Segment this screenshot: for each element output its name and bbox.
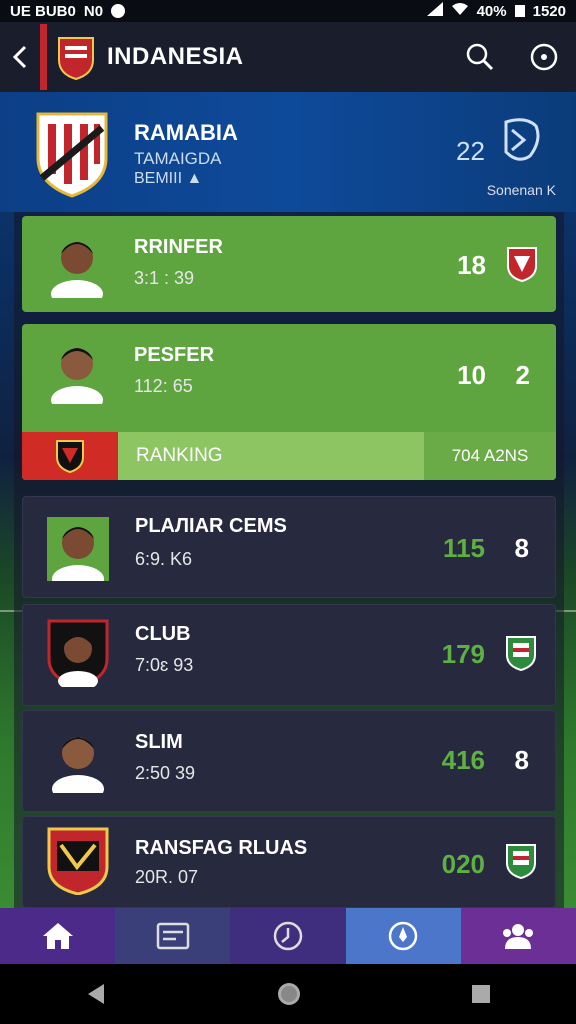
player-score: 115 bbox=[443, 533, 485, 563]
target-button[interactable] bbox=[512, 22, 576, 92]
battery-percent: 40% bbox=[476, 2, 507, 20]
team-subtitle: TAMAIGDA bbox=[134, 149, 222, 168]
player-score: 020 bbox=[441, 849, 485, 879]
team-score: 22 bbox=[456, 136, 485, 166]
player-card[interactable]: RANSFAG RLUAS 20R. 07 020 bbox=[22, 816, 556, 908]
player-card[interactable]: CLUB 7:0ɛ 93 179 bbox=[22, 604, 556, 706]
signal-icon bbox=[426, 2, 443, 20]
ranking-row[interactable]: RANKING 704 A2NS bbox=[22, 432, 556, 480]
accent-bar bbox=[40, 24, 47, 90]
player-name: PESFER bbox=[134, 344, 215, 366]
team-name: RAMABIA bbox=[134, 120, 238, 145]
player-time: 7:0ɛ 93 bbox=[135, 655, 194, 675]
club-crest-icon bbox=[58, 37, 94, 80]
ranking-label: RANKING bbox=[136, 445, 223, 466]
card-icon bbox=[156, 922, 190, 950]
player-card[interactable]: PESFER 112: 65 10 2 RANKING 704 A2NS bbox=[22, 324, 556, 480]
player-list: RRINFER 3:1 : 39 18 PESFER 112: 65 10 2 … bbox=[14, 212, 564, 908]
nav-home[interactable] bbox=[0, 908, 116, 964]
nav-team[interactable] bbox=[460, 908, 576, 964]
team-header: RAMABIA TAMAIGDA BEMIII ▲ 22 Sonenan K bbox=[0, 92, 576, 212]
system-back-icon[interactable] bbox=[84, 982, 108, 1006]
back-button[interactable] bbox=[0, 22, 40, 92]
clock-icon bbox=[273, 921, 303, 951]
season-label: Sonenan K bbox=[486, 182, 556, 198]
player-avatar bbox=[47, 619, 109, 687]
club-badge-icon bbox=[506, 844, 536, 879]
team-icon bbox=[503, 924, 534, 949]
player-time: 20R. 07 bbox=[135, 867, 199, 887]
notification-icon bbox=[111, 4, 126, 18]
player-name: CLUB bbox=[135, 623, 191, 645]
team-status: BEMIII ▲ bbox=[134, 170, 203, 187]
player-score: 179 bbox=[441, 639, 485, 669]
player-rank: 8 bbox=[514, 745, 529, 775]
player-name: RRINFER bbox=[134, 236, 223, 258]
player-card[interactable]: PLAЛIAR CEMS 6:9. K6 115 8 bbox=[22, 496, 556, 598]
nav-schedule[interactable] bbox=[230, 908, 346, 964]
player-score: 416 bbox=[441, 745, 485, 775]
ranking-crest bbox=[22, 432, 118, 480]
page-title: INDANESIA bbox=[107, 43, 244, 70]
player-name: PLAЛIAR CEMS bbox=[135, 515, 287, 537]
target-icon bbox=[530, 43, 558, 71]
status-carrier: UE BUB0 bbox=[10, 2, 76, 20]
player-time: 3:1 : 39 bbox=[134, 268, 195, 288]
player-avatar bbox=[52, 737, 104, 793]
player-avatar bbox=[51, 242, 103, 298]
ranking-value: 704 A2NS bbox=[424, 432, 556, 480]
chevron-left-icon bbox=[12, 45, 27, 69]
compass-icon bbox=[388, 921, 418, 951]
player-avatar bbox=[47, 827, 109, 895]
player-rank: 8 bbox=[514, 533, 529, 563]
player-avatar bbox=[47, 517, 109, 581]
clock-time: 1520 bbox=[532, 2, 566, 20]
bottom-nav bbox=[0, 908, 576, 964]
player-card[interactable]: SLIM 2:50 39 416 8 bbox=[22, 710, 556, 812]
status-bar: UE BUB0 N0 40% 1520 bbox=[0, 0, 576, 22]
status-icon-text: N0 bbox=[83, 2, 104, 20]
player-avatar bbox=[51, 348, 103, 404]
club-badge-icon bbox=[506, 636, 536, 671]
player-name: RANSFAG RLUAS bbox=[135, 837, 308, 859]
team-crest-icon bbox=[36, 112, 108, 198]
player-name: SLIM bbox=[135, 731, 183, 753]
search-button[interactable] bbox=[448, 22, 512, 92]
search-icon bbox=[466, 43, 494, 71]
nav-cards[interactable] bbox=[115, 908, 231, 964]
player-time: 6:9. K6 bbox=[135, 549, 193, 569]
player-time: 2:50 39 bbox=[135, 763, 196, 783]
player-time: 112: 65 bbox=[134, 376, 193, 396]
system-nav-bar bbox=[0, 964, 576, 1024]
player-card[interactable]: RRINFER 3:1 : 39 18 bbox=[22, 216, 556, 312]
player-score: 10 bbox=[457, 360, 486, 390]
player-rank: 2 bbox=[515, 360, 530, 390]
trophy-icon bbox=[504, 118, 540, 161]
nav-explore[interactable] bbox=[345, 908, 461, 964]
club-badge-icon bbox=[507, 247, 537, 282]
system-recents-icon[interactable] bbox=[470, 983, 492, 1005]
home-icon bbox=[42, 923, 73, 949]
app-bar: INDANESIA bbox=[0, 22, 576, 92]
club-crest-icon bbox=[56, 440, 84, 473]
player-score: 18 bbox=[457, 250, 486, 280]
battery-icon bbox=[514, 5, 525, 17]
system-home-icon[interactable] bbox=[276, 981, 302, 1007]
wifi-icon bbox=[451, 2, 469, 20]
